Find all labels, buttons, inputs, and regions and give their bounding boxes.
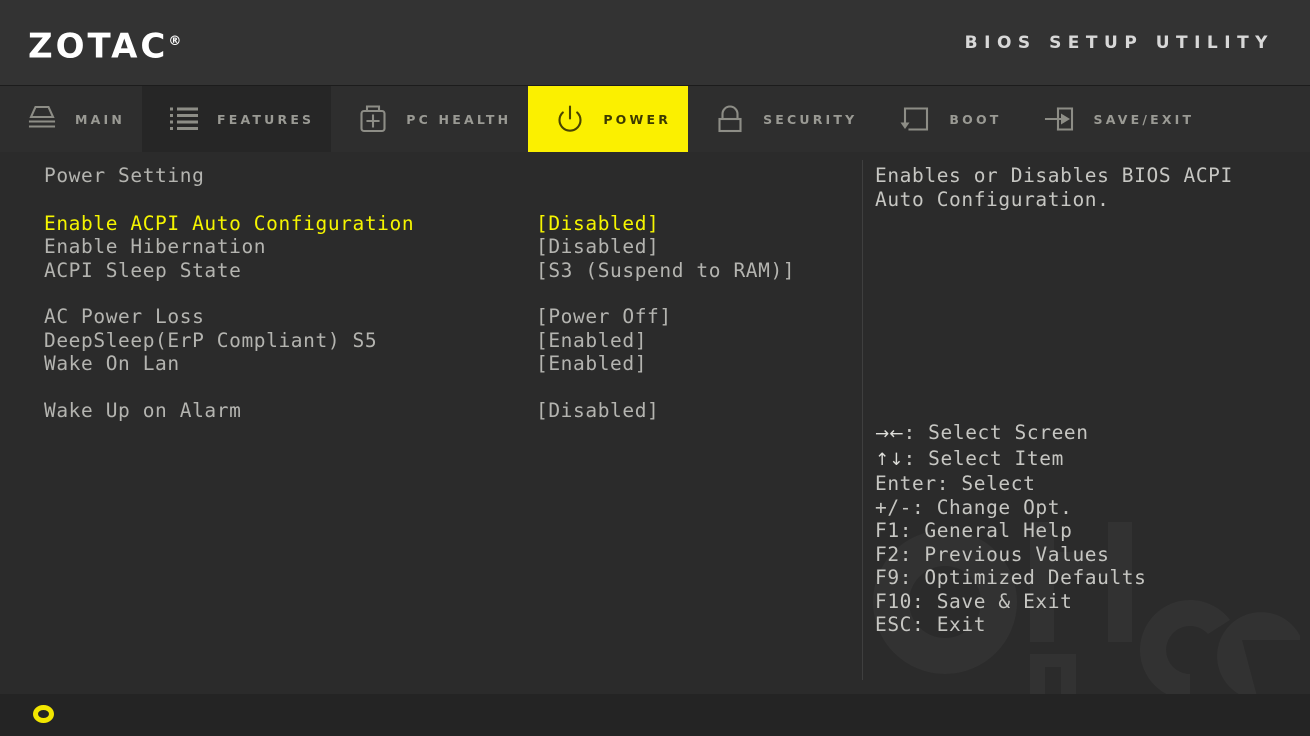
legend-key: F1 [875,519,900,542]
tab-security[interactable]: SECURITY [688,86,874,152]
setting-row[interactable]: Enable ACPI Auto Configuration [Disabled] [44,212,862,236]
page-title: BIOS SETUP UTILITY [964,33,1274,53]
tab-security-label: SECURITY [763,111,858,127]
legend-key: +/- [875,495,913,519]
power-icon [558,105,582,132]
arrow-in-box-icon [1044,107,1073,131]
tab-features[interactable]: FEATURES [142,86,332,152]
header-bar: ZOTAC® BIOS SETUP UTILITY [0,0,1310,86]
legend-action: : Select Screen [903,421,1089,444]
tab-boot-label: BOOT [949,111,1002,127]
legend-key: F2 [875,542,900,566]
legend-key: ESC [875,613,913,636]
settings-groups: Enable ACPI Auto Configuration [Disabled]… [44,212,862,423]
drive-stack-icon [28,105,56,128]
setting-row[interactable]: ACPI Sleep State [S3 (Suspend to RAM)] [44,259,862,283]
setting-row[interactable]: DeepSleep(ErP Compliant) S5 [Enabled] [44,329,862,353]
setting-label: Wake Up on Alarm [44,398,242,422]
setting-value[interactable]: [Enabled] [536,329,647,353]
setting-value[interactable]: [Disabled] [536,212,659,236]
zotac-logo-text: ZOTAC [28,26,169,67]
legend-action: : Optimized Defaults [899,566,1147,589]
setting-value[interactable]: [S3 (Suspend to RAM)] [536,259,795,283]
medkit-plus-icon [360,105,386,133]
content-area: Power Setting Enable ACPI Auto Configura… [0,152,1310,700]
legend-line: F10: Save & Exit [875,590,1147,614]
tab-power[interactable]: POWER [528,86,689,152]
key-legend: →←: Select Screen ↑↓: Select Item Enter: S… [875,421,1147,637]
legend-action: : Select Item [903,446,1064,470]
help-text: Enables or Disables BIOS ACPI Auto Config… [875,164,1310,211]
legend-action: : General Help [899,519,1073,542]
setting-label: Enable Hibernation [44,235,267,258]
legend-action: : Change Opt. [912,495,1073,519]
boot-return-icon [900,107,929,131]
tab-pc-health[interactable]: PC HEALTH [331,86,528,152]
settings-group: Enable ACPI Auto Configuration [Disabled]… [44,212,862,283]
legend-line: +/-: Change Opt. [875,496,1147,520]
setting-label: AC Power Loss [44,305,205,328]
tab-boot[interactable]: BOOT [874,86,1018,152]
legend-key: F9 [875,566,900,589]
tab-main-label: MAIN [75,111,126,127]
section-title: Power Setting [44,164,205,187]
legend-line: F2: Previous Values [875,543,1147,567]
help-line: Auto Configuration. [875,187,1110,211]
tab-features-label: FEATURES [217,111,315,127]
legend-action: : Previous Values [899,542,1110,566]
legend-key: →← [875,424,904,444]
setting-label: ACPI Sleep State [44,258,242,282]
setting-label: DeepSleep(ErP Compliant) S5 [44,328,378,352]
setting-value[interactable]: [Disabled] [536,399,659,423]
legend-line: Enter: Select [875,472,1147,496]
setting-label: Enable ACPI Auto Configuration [44,211,415,235]
registered-trademark-icon: ® [168,34,182,49]
setting-value[interactable]: [Power Off] [536,305,672,329]
settings-group: AC Power Loss [Power Off] DeepSleep(ErP Co… [44,305,862,376]
help-pane: Enables or Disables BIOS ACPI Auto Config… [862,152,1310,694]
help-line: Enables or Disables BIOS ACPI [875,164,1233,187]
setting-value[interactable]: [Enabled] [536,352,647,376]
settings-pane: Power Setting Enable ACPI Auto Configura… [0,152,862,694]
zotac-logo: ZOTAC® [28,23,181,65]
tab-save-exit-label: SAVE/EXIT [1093,111,1195,127]
tab-main[interactable]: MAIN [0,86,142,152]
legend-key: F10 [875,589,913,613]
footer-bar [0,694,1310,736]
ring-indicator-icon [33,705,54,723]
setting-label: Wake On Lan [44,352,180,375]
main-nav-tabs: MAIN FEATURES PC HEALTH POWER SECURITY B… [0,86,1310,152]
setting-row[interactable]: Enable Hibernation [Disabled] [44,235,862,259]
legend-action: : Select [936,472,1036,495]
legend-action: : Exit [912,613,987,636]
tab-pc-health-label: PC HEALTH [406,111,512,127]
setting-row[interactable]: Wake On Lan [Enabled] [44,352,862,376]
bios-setup-screen: ZOTAC® BIOS SETUP UTILITY MAIN FEATURES … [0,0,1310,736]
legend-action: : Save & Exit [912,589,1073,613]
settings-group: Wake Up on Alarm [Disabled] [44,399,862,423]
legend-line: F9: Optimized Defaults [875,566,1147,590]
legend-line: F1: General Help [875,519,1147,543]
tab-power-label: POWER [603,111,672,127]
list-icon [170,107,199,130]
legend-line: ↑↓: Select Item [875,447,1147,473]
legend-line: →←: Select Screen [875,421,1147,447]
legend-key: Enter [875,472,937,495]
setting-row[interactable]: AC Power Loss [Power Off] [44,305,862,329]
legend-line: ESC: Exit [875,613,1147,637]
padlock-icon [718,105,742,133]
setting-value[interactable]: [Disabled] [536,235,659,259]
legend-key: ↑↓ [875,449,904,470]
tab-save-exit[interactable]: SAVE/EXIT [1019,86,1212,152]
setting-row[interactable]: Wake Up on Alarm [Disabled] [44,399,862,423]
